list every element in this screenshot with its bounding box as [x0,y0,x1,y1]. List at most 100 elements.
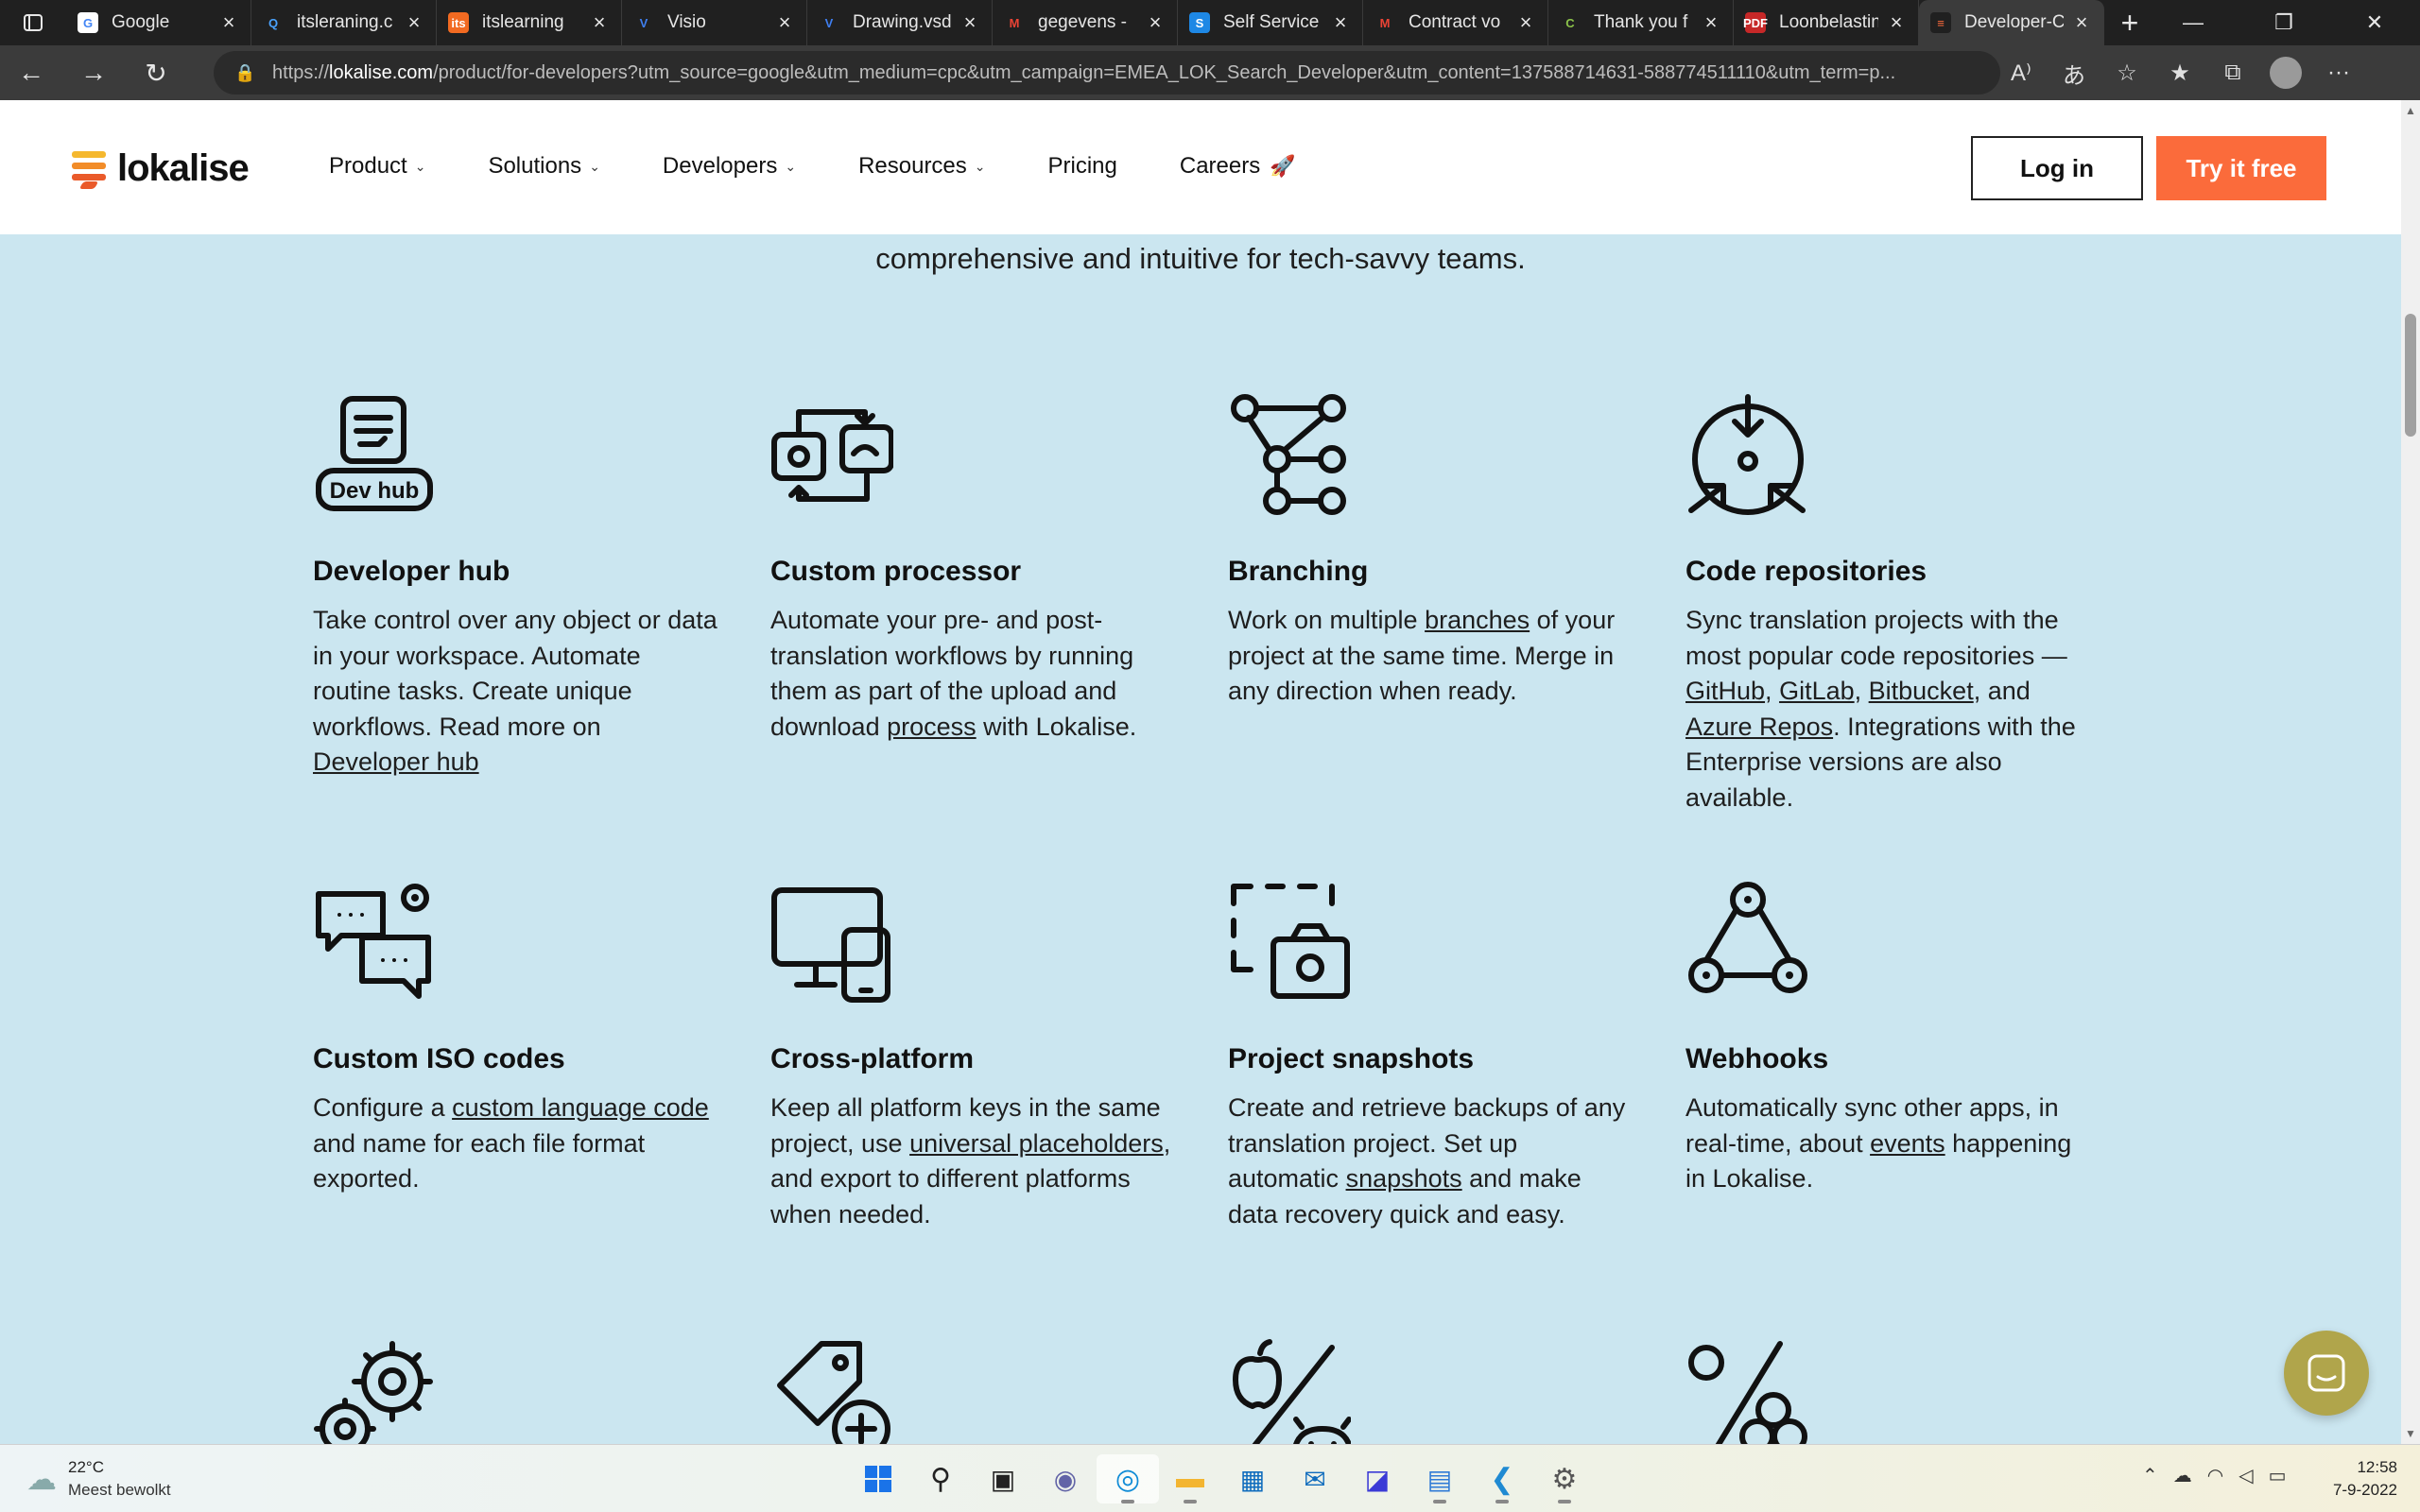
mail-button[interactable]: ✉ [1284,1454,1346,1503]
browser-tab[interactable]: S Self Service × [1178,0,1363,45]
file-explorer-button[interactable]: ▬ [1159,1454,1221,1503]
forward-button[interactable]: → [62,45,125,100]
search-button[interactable]: ⚲ [909,1454,972,1503]
translate-icon[interactable]: あ [2048,45,2100,100]
add-favorite-icon[interactable]: ☆ [2100,45,2153,100]
nav-item-label: Solutions [488,153,582,179]
lokalise-logo[interactable]: lokalise [72,147,250,190]
close-window-button[interactable]: ✕ [2329,0,2420,45]
nav-item-label: Pricing [1047,153,1117,179]
clock-time: 12:58 [2357,1458,2397,1476]
tab-close-icon[interactable]: × [1330,10,1351,35]
tab-close-icon[interactable]: × [1701,10,1721,35]
scroll-down-arrow[interactable]: ▼ [2401,1427,2420,1440]
favorites-icon[interactable]: ★ [2153,45,2206,100]
minimize-button[interactable]: — [2148,0,2238,45]
tab-close-icon[interactable]: × [589,10,610,35]
feature-text: , and [1973,677,2031,705]
feature-link[interactable]: custom language code [452,1093,709,1122]
tab-close-icon[interactable]: × [218,10,239,35]
chat-launcher-button[interactable] [2284,1331,2369,1416]
tab-close-icon[interactable]: × [404,10,424,35]
browser-tab[interactable]: V Drawing.vsd × [807,0,993,45]
feature-link[interactable]: Bitbucket [1869,677,1974,705]
edge-taskbar-button[interactable]: ◎ [1097,1454,1159,1503]
browser-tab[interactable]: Qitsleraning.c × [251,0,437,45]
notepad-button[interactable]: ▤ [1409,1454,1471,1503]
scroll-up-arrow[interactable]: ▲ [2401,104,2420,117]
taskbar-clock[interactable]: 12:58 7-9-2022 [2325,1456,2397,1502]
nav-item-careers[interactable]: Careers 🚀 [1180,153,1296,180]
feature-description: Sync translation projects with the most … [1685,603,2092,816]
feature-link[interactable]: Developer hub [313,747,479,776]
feature-link[interactable]: universal placeholders [909,1129,1164,1158]
profile-avatar[interactable] [2259,45,2312,100]
browser-tab[interactable]: PDF Loonbelastin × [1734,0,1919,45]
tab-close-icon[interactable]: × [1145,10,1166,35]
task-view-button[interactable]: ▣ [972,1454,1034,1503]
weather-temperature: 22°C [68,1458,104,1476]
teams-chat-button[interactable]: ◉ [1034,1454,1097,1503]
task-view-icon: ▣ [990,1464,1016,1494]
visual-studio-button[interactable]: ◪ [1346,1454,1409,1503]
feature-link[interactable]: snapshots [1346,1164,1462,1193]
store-button[interactable]: ▦ [1221,1454,1284,1503]
feature-link[interactable]: GitHub [1685,677,1765,705]
login-button[interactable]: Log in [1971,136,2143,200]
start-button[interactable] [847,1454,909,1503]
feature-link[interactable]: branches [1425,606,1530,634]
features-section: comprehensive and intuitive for tech-sav… [0,234,2401,1460]
scrollbar-thumb[interactable] [2405,314,2416,437]
feature-link[interactable]: process [887,713,977,741]
volume-icon[interactable]: ◁ [2238,1464,2253,1487]
lock-icon[interactable]: 🔒 [234,63,259,83]
nav-item-pricing[interactable]: Pricing [1048,153,1117,180]
nav-item-product[interactable]: Product ⌄ [329,153,425,180]
tab-actions-button[interactable] [0,0,66,45]
nav-item-solutions[interactable]: Solutions ⌄ [488,153,599,180]
read-aloud-icon[interactable]: A⁾ [1995,45,2048,100]
settings-more-icon[interactable]: ··· [2312,45,2365,100]
feature-title: Code repositories [1685,556,1927,587]
tab-close-icon[interactable]: × [1515,10,1536,35]
browser-tab[interactable]: G Google × [66,0,251,45]
page-scrollbar[interactable]: ▲ ▼ [2401,100,2420,1444]
code-repositories-icon [1685,393,1808,516]
battery-icon[interactable]: ▭ [2269,1464,2287,1487]
feature-title: Custom processor [770,556,1022,587]
onedrive-icon[interactable]: ☁ [2173,1464,2192,1487]
nav-item-resources[interactable]: Resources ⌄ [858,153,985,180]
chevron-up-icon[interactable]: ⌃ [2142,1464,2158,1487]
address-bar[interactable]: 🔒 https://lokalise.com/product/for-devel… [214,51,2000,94]
tab-close-icon[interactable]: × [2071,10,2092,35]
tab-close-icon[interactable]: × [959,10,980,35]
feature-text: , [1854,677,1869,705]
weather-widget[interactable]: ☁ 22°C Meest bewolkt [26,1458,171,1500]
try-free-button[interactable]: Try it free [2156,136,2326,200]
tab-close-icon[interactable]: × [1886,10,1907,35]
browser-tab[interactable]: M Contract vo × [1363,0,1548,45]
browser-tab[interactable]: V Visio × [622,0,807,45]
browser-tab[interactable]: C Thank you f × [1548,0,1734,45]
back-button[interactable]: ← [0,45,62,100]
feature-title: Project snapshots [1228,1043,1475,1074]
feature-link[interactable]: Azure Repos [1685,713,1833,741]
feature-description: Automate your pre- and post-translation … [770,603,1177,745]
feature-card: Custom ISO codes Configure a custom langu… [313,881,719,1197]
browser-tab[interactable]: Mgegevens - × [993,0,1178,45]
tab-close-icon[interactable]: × [774,10,795,35]
feature-link[interactable]: GitLab [1779,677,1855,705]
address-bar-actions: A⁾ あ ☆ ★ ⧉ ··· [1995,45,2365,100]
collections-icon[interactable]: ⧉ [2206,45,2259,100]
reload-button[interactable]: ↻ [125,45,187,100]
nav-item-developers[interactable]: Developers ⌄ [663,153,796,180]
tab-favicon-icon: G [78,12,98,33]
browser-tab[interactable]: its itslearning × [437,0,622,45]
settings-button[interactable]: ⚙ [1533,1454,1596,1503]
browser-tab[interactable]: ≡ Developer-C × [1919,0,2104,45]
feature-link[interactable]: events [1870,1129,1945,1158]
vscode-button[interactable]: ❮ [1471,1454,1533,1503]
feature-card: Webhooks Automatically sync other apps, i… [1685,881,2092,1197]
wifi-icon[interactable]: ◠ [2207,1464,2223,1487]
maximize-button[interactable]: ❐ [2238,0,2329,45]
